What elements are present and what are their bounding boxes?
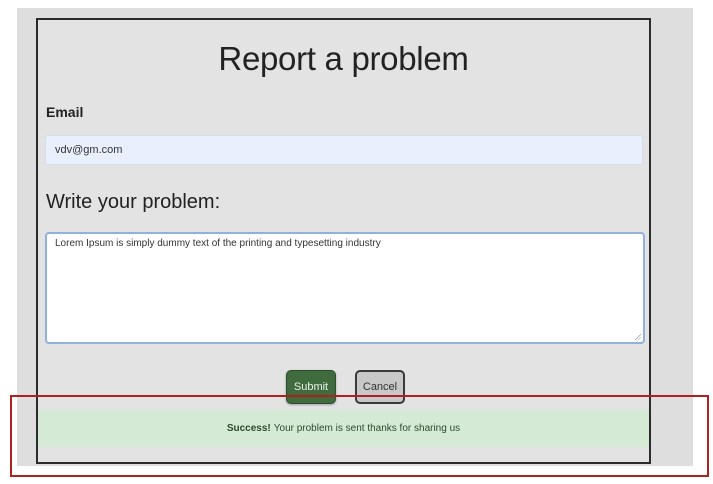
success-alert: Success! Your problem is sent thanks for… [38,410,649,447]
submit-button[interactable]: Submit [286,370,336,404]
email-field[interactable]: vdv@gm.com [45,135,643,165]
email-label: Email [46,104,84,120]
success-message: Your problem is sent thanks for sharing … [273,423,461,434]
page: Report a problem Email vdv@gm.com Write … [0,0,713,484]
report-form: Report a problem Email vdv@gm.com Write … [36,18,651,464]
problem-label: Write your problem: [46,191,221,213]
resize-grip-icon[interactable] [634,333,641,340]
cancel-button[interactable]: Cancel [355,370,405,404]
success-strong: Success! [226,423,271,434]
page-title: Report a problem [218,40,469,77]
problem-text: Lorem Ipsum is simply dummy text of the … [55,238,381,249]
problem-textarea[interactable]: Lorem Ipsum is simply dummy text of the … [45,232,645,344]
